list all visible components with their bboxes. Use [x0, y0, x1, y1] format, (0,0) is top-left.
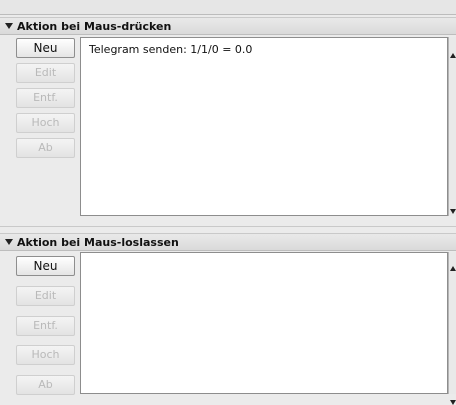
scroll-down-arrow-icon[interactable]	[450, 400, 456, 405]
press-section-title: Aktion bei Maus-drücken	[5, 20, 171, 33]
section-divider	[0, 226, 456, 227]
release-down-button[interactable]: Ab	[16, 375, 75, 395]
release-section-header[interactable]: Aktion bei Maus-loslassen	[0, 233, 456, 251]
release-action-list[interactable]	[80, 252, 448, 394]
release-up-button[interactable]: Hoch	[16, 345, 75, 365]
press-list-scrollbar[interactable]	[448, 37, 456, 216]
release-edit-button[interactable]: Edit	[16, 286, 75, 306]
press-edit-button[interactable]: Edit	[16, 63, 75, 83]
press-action-list[interactable]: Telegram senden: 1/1/0 = 0.0	[80, 37, 448, 216]
press-down-button[interactable]: Ab	[16, 138, 75, 158]
collapse-triangle-icon	[5, 23, 13, 29]
press-section-title-text: Aktion bei Maus-drücken	[17, 20, 172, 33]
scroll-up-arrow-icon[interactable]	[450, 266, 456, 271]
press-action-section: Aktion bei Maus-drücken Neu Edit Entf. H…	[0, 17, 456, 223]
release-action-section: Aktion bei Maus-loslassen Neu Edit Entf.…	[0, 233, 456, 405]
release-new-button[interactable]: Neu	[16, 256, 75, 276]
release-list-scrollbar[interactable]	[448, 252, 456, 405]
top-strip	[0, 0, 456, 15]
press-section-header[interactable]: Aktion bei Maus-drücken	[0, 17, 456, 35]
collapse-triangle-icon	[5, 239, 13, 245]
release-section-title-text: Aktion bei Maus-loslassen	[17, 236, 179, 249]
scroll-down-arrow-icon[interactable]	[450, 209, 456, 214]
press-remove-button[interactable]: Entf.	[16, 88, 75, 108]
release-section-title: Aktion bei Maus-loslassen	[5, 236, 179, 249]
list-item[interactable]: Telegram senden: 1/1/0 = 0.0	[89, 43, 252, 56]
press-up-button[interactable]: Hoch	[16, 113, 75, 133]
press-new-button[interactable]: Neu	[16, 38, 75, 58]
release-remove-button[interactable]: Entf.	[16, 316, 75, 336]
scroll-up-arrow-icon[interactable]	[450, 53, 456, 58]
